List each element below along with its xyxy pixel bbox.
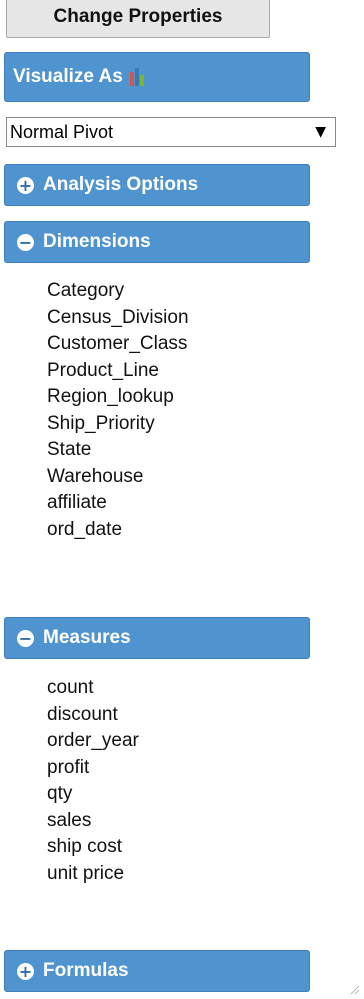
dimension-item[interactable]: affiliate: [47, 490, 189, 517]
measure-item[interactable]: discount: [47, 702, 139, 729]
measure-item[interactable]: order_year: [47, 728, 139, 755]
dimension-item[interactable]: Census_Division: [47, 305, 189, 332]
measure-item[interactable]: count: [47, 675, 139, 702]
dimension-item[interactable]: Category: [47, 278, 189, 305]
measures-label: Measures: [43, 627, 131, 648]
measure-item[interactable]: ship cost: [47, 834, 139, 861]
properties-sidebar: Change Properties Visualize As Normal Pi…: [0, 0, 364, 999]
dimension-item[interactable]: Ship_Priority: [47, 411, 189, 438]
resize-grip-icon[interactable]: [348, 983, 360, 995]
dimension-item[interactable]: Region_lookup: [47, 384, 189, 411]
measures-list: count discount order_year profit qty sal…: [47, 675, 139, 887]
dimension-item[interactable]: Product_Line: [47, 358, 189, 385]
measure-item[interactable]: qty: [47, 781, 139, 808]
dropdown-arrow-icon: ▼: [315, 124, 326, 140]
measure-item[interactable]: profit: [47, 755, 139, 782]
dimensions-label: Dimensions: [43, 231, 151, 252]
expand-plus-icon: +: [17, 175, 34, 195]
measure-item[interactable]: sales: [47, 808, 139, 835]
visualize-as-label: Visualize As: [13, 66, 123, 87]
formulas-header[interactable]: + Formulas: [4, 950, 310, 992]
dimension-item[interactable]: Customer_Class: [47, 331, 189, 358]
collapse-minus-icon: −: [17, 232, 34, 252]
visualize-as-header[interactable]: Visualize As: [4, 52, 310, 102]
formulas-label: Formulas: [43, 960, 129, 981]
measures-header[interactable]: − Measures: [4, 617, 310, 659]
measure-item[interactable]: unit price: [47, 861, 139, 888]
bar-chart-icon: [129, 68, 144, 86]
collapse-minus-icon: −: [17, 628, 34, 648]
visualization-select[interactable]: Normal Pivot ▼: [6, 117, 336, 147]
dimensions-list: Category Census_Division Customer_Class …: [47, 278, 189, 543]
visualization-select-value: Normal Pivot: [10, 122, 114, 142]
dimensions-header[interactable]: − Dimensions: [4, 221, 310, 263]
change-properties-button[interactable]: Change Properties: [6, 0, 270, 38]
analysis-options-header[interactable]: + Analysis Options: [4, 164, 310, 206]
analysis-options-label: Analysis Options: [43, 174, 199, 195]
expand-plus-icon: +: [17, 961, 34, 981]
dimension-item[interactable]: Warehouse: [47, 464, 189, 491]
dimension-item[interactable]: ord_date: [47, 517, 189, 544]
dimension-item[interactable]: State: [47, 437, 189, 464]
